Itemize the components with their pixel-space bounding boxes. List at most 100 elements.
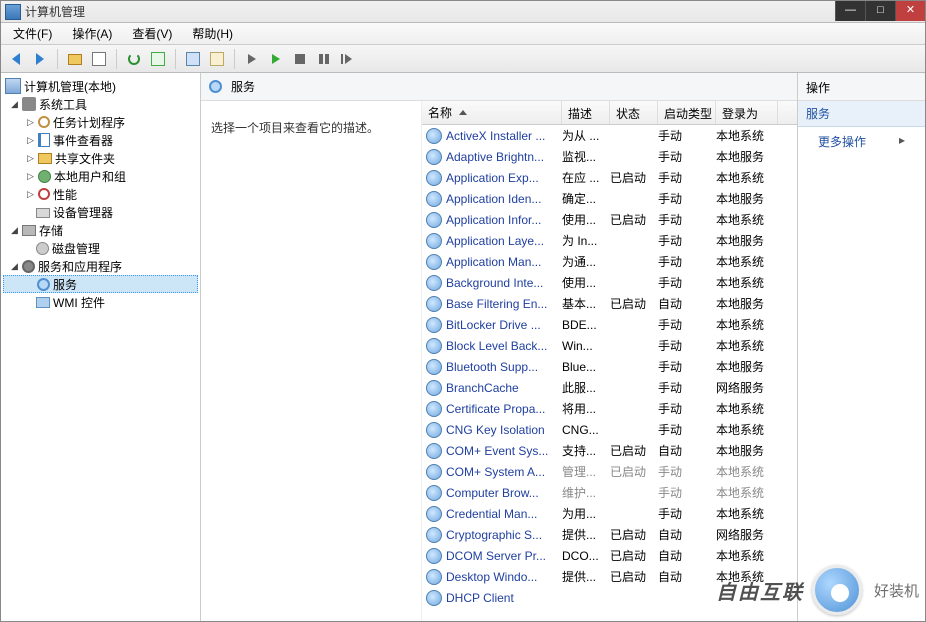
menu-action[interactable]: 操作(A) <box>64 23 120 44</box>
collapse-icon[interactable]: ◢ <box>9 261 20 272</box>
service-icon <box>426 128 442 144</box>
minimize-button[interactable]: — <box>835 1 865 21</box>
service-logon: 本地服务 <box>716 148 778 165</box>
toolbar-help-button[interactable] <box>182 48 204 70</box>
tree-storage[interactable]: ◢ 存储 <box>3 221 198 239</box>
service-row[interactable]: Cryptographic S...提供...已启动自动网络服务 <box>422 524 797 545</box>
nav-forward-button[interactable] <box>29 48 51 70</box>
service-row[interactable]: Application Exp...在应 ...已启动手动本地系统 <box>422 167 797 188</box>
service-name: Application Man... <box>446 255 562 269</box>
collapse-icon[interactable]: ◢ <box>9 99 20 110</box>
service-row[interactable]: Application Iden...确定...手动本地服务 <box>422 188 797 209</box>
maximize-button[interactable]: □ <box>865 1 895 21</box>
menu-file[interactable]: 文件(F) <box>5 23 60 44</box>
service-row[interactable]: Adaptive Brightn...监视...手动本地服务 <box>422 146 797 167</box>
tree-event-viewer[interactable]: ▷ 事件查看器 <box>3 131 198 149</box>
service-row[interactable]: Computer Brow...维护...手动本地系统 <box>422 482 797 503</box>
service-startup: 自动 <box>658 442 716 459</box>
service-play-button[interactable] <box>265 48 287 70</box>
service-row[interactable]: Base Filtering En...基本...已启动自动本地服务 <box>422 293 797 314</box>
service-row[interactable]: Application Infor...使用...已启动手动本地系统 <box>422 209 797 230</box>
service-row[interactable]: DHCP Client <box>422 587 797 608</box>
service-row[interactable]: Background Inte...使用...手动本地系统 <box>422 272 797 293</box>
actions-header: 操作 <box>798 73 925 101</box>
service-row[interactable]: COM+ Event Sys...支持...已启动自动本地服务 <box>422 440 797 461</box>
expand-icon[interactable]: ▷ <box>25 189 36 200</box>
service-startup: 手动 <box>658 190 716 207</box>
service-row[interactable]: BranchCache此服...手动网络服务 <box>422 377 797 398</box>
computer-icon <box>5 78 21 94</box>
service-row[interactable]: Certificate Propa...将用...手动本地系统 <box>422 398 797 419</box>
service-desc: 此服... <box>562 379 610 396</box>
tree-local-users[interactable]: ▷ 本地用户和组 <box>3 167 198 185</box>
service-row[interactable]: CNG Key IsolationCNG...手动本地系统 <box>422 419 797 440</box>
column-logon-as[interactable]: 登录为 <box>716 101 778 124</box>
toolbar-view-button[interactable] <box>206 48 228 70</box>
menu-view[interactable]: 查看(V) <box>124 23 180 44</box>
tree-root[interactable]: 计算机管理(本地) <box>3 77 198 95</box>
tree-device-manager[interactable]: 设备管理器 <box>3 203 198 221</box>
service-icon <box>426 506 442 522</box>
tree-services[interactable]: 服务 <box>3 275 198 293</box>
toolbar-refresh-button[interactable] <box>123 48 145 70</box>
tree-services-apps[interactable]: ◢ 服务和应用程序 <box>3 257 198 275</box>
expand-icon[interactable]: ▷ <box>25 153 36 164</box>
column-startup-type[interactable]: 启动类型 <box>658 101 716 124</box>
expand-icon[interactable]: ▷ <box>25 117 36 128</box>
services-list[interactable]: ActiveX Installer ...为从 ...手动本地系统Adaptiv… <box>422 125 797 621</box>
service-row[interactable]: ActiveX Installer ...为从 ...手动本地系统 <box>422 125 797 146</box>
service-startup: 手动 <box>658 274 716 291</box>
service-start-button[interactable] <box>241 48 263 70</box>
service-startup: 手动 <box>658 358 716 375</box>
service-name: Bluetooth Supp... <box>446 360 562 374</box>
service-icon <box>426 401 442 417</box>
service-stop-button[interactable] <box>289 48 311 70</box>
column-status[interactable]: 状态 <box>610 101 658 124</box>
service-restart-button[interactable] <box>337 48 359 70</box>
service-icon <box>426 296 442 312</box>
service-startup: 手动 <box>658 127 716 144</box>
service-row[interactable]: Bluetooth Supp...Blue...手动本地服务 <box>422 356 797 377</box>
service-row[interactable]: Credential Man...为用...手动本地系统 <box>422 503 797 524</box>
expand-icon[interactable]: ▷ <box>25 135 36 146</box>
actions-more[interactable]: 更多操作 ▸ <box>798 127 925 156</box>
tree-wmi-control[interactable]: WMI 控件 <box>3 293 198 311</box>
service-pause-button[interactable] <box>313 48 335 70</box>
service-name: Application Laye... <box>446 234 562 248</box>
service-row[interactable]: COM+ System A...管理...已启动手动本地系统 <box>422 461 797 482</box>
toolbar-export-button[interactable] <box>147 48 169 70</box>
service-startup: 手动 <box>658 400 716 417</box>
app-icon <box>5 4 21 20</box>
tree-system-tools[interactable]: ◢ 系统工具 <box>3 95 198 113</box>
service-logon: 本地系统 <box>716 568 778 585</box>
service-name: Background Inte... <box>446 276 562 290</box>
expand-icon[interactable]: ▷ <box>25 171 36 182</box>
service-icon <box>426 569 442 585</box>
tree-performance[interactable]: ▷ 性能 <box>3 185 198 203</box>
service-row[interactable]: Desktop Windo...提供...已启动自动本地系统 <box>422 566 797 587</box>
service-row[interactable]: DCOM Server Pr...DCO...已启动自动本地系统 <box>422 545 797 566</box>
service-row[interactable]: Application Man...为通...手动本地系统 <box>422 251 797 272</box>
service-icon <box>426 212 442 228</box>
service-row[interactable]: Application Laye...为 In...手动本地服务 <box>422 230 797 251</box>
nav-back-button[interactable] <box>5 48 27 70</box>
service-logon: 本地系统 <box>716 127 778 144</box>
close-button[interactable]: ✕ <box>895 1 925 21</box>
service-desc: 提供... <box>562 526 610 543</box>
tree-shared-folders[interactable]: ▷ 共享文件夹 <box>3 149 198 167</box>
tree-disk-management[interactable]: 磁盘管理 <box>3 239 198 257</box>
service-status: 已启动 <box>610 463 658 480</box>
collapse-icon[interactable]: ◢ <box>9 225 20 236</box>
service-startup: 手动 <box>658 169 716 186</box>
toolbar-pane-button[interactable] <box>88 48 110 70</box>
menu-help[interactable]: 帮助(H) <box>184 23 241 44</box>
column-description[interactable]: 描述 <box>562 101 610 124</box>
service-row[interactable]: Block Level Back...Win...手动本地系统 <box>422 335 797 356</box>
column-name[interactable]: 名称 <box>422 101 562 124</box>
toolbar-folder-button[interactable] <box>64 48 86 70</box>
service-row[interactable]: BitLocker Drive ...BDE...手动本地系统 <box>422 314 797 335</box>
service-name: Block Level Back... <box>446 339 562 353</box>
tree-task-scheduler[interactable]: ▷ 任务计划程序 <box>3 113 198 131</box>
service-logon: 本地系统 <box>716 400 778 417</box>
service-desc: 将用... <box>562 400 610 417</box>
